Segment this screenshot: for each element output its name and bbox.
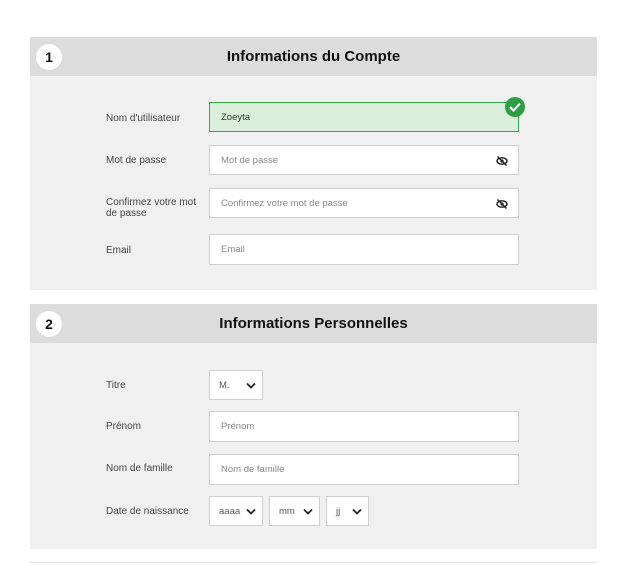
- birth-month-value: mm: [279, 505, 295, 517]
- birth-month-select[interactable]: mm: [269, 496, 320, 526]
- chevron-down-icon: [246, 508, 256, 515]
- confirm-password-placeholder: Confirmez votre mot de passe: [221, 197, 348, 209]
- birthdate-label: Date de naissance: [106, 506, 189, 517]
- section-title: Informations du Compte: [226, 48, 401, 65]
- password-placeholder: Mot de passe: [221, 154, 279, 166]
- section-title: Informations Personnelles: [219, 315, 408, 332]
- confirm-password-field[interactable]: Confirmez votre mot de passe: [209, 188, 519, 218]
- title-value: M.: [219, 379, 230, 391]
- title-label: Titre: [106, 380, 126, 391]
- eye-slash-icon[interactable]: [496, 198, 508, 210]
- username-label: Nom d'utilisateur: [106, 113, 181, 124]
- check-icon: [505, 97, 525, 117]
- birth-year-select[interactable]: aaaa: [209, 496, 263, 526]
- firstname-field[interactable]: Prénom: [209, 411, 519, 442]
- birth-day-value: jj: [336, 505, 341, 517]
- account-info-section: 1 Informations du Compte Nom d'utilisate…: [30, 37, 597, 290]
- lastname-field[interactable]: Nom de famille: [209, 454, 519, 485]
- section-header: 1 Informations du Compte: [30, 37, 597, 76]
- birth-day-select[interactable]: jj: [326, 496, 369, 526]
- title-select[interactable]: M.: [209, 370, 263, 400]
- section-header: 2 Informations Personnelles: [30, 304, 597, 343]
- lastname-label: Nom de famille: [106, 463, 173, 474]
- chevron-down-icon: [246, 382, 256, 389]
- email-field[interactable]: Email: [209, 234, 519, 265]
- chevron-down-icon: [352, 508, 362, 515]
- confirm-password-label: Confirmez votre mot de passe: [106, 197, 197, 219]
- lastname-placeholder: Nom de famille: [221, 464, 285, 475]
- password-label: Mot de passe: [106, 155, 167, 166]
- email-placeholder: Email: [221, 244, 245, 255]
- username-field[interactable]: Zoeyta: [209, 102, 519, 132]
- firstname-label: Prénom: [106, 421, 142, 432]
- chevron-down-icon: [303, 508, 313, 515]
- divider: [30, 562, 597, 563]
- eye-slash-icon[interactable]: [496, 155, 508, 167]
- email-label: Email: [106, 245, 132, 256]
- password-field[interactable]: Mot de passe: [209, 145, 519, 175]
- birth-year-value: aaaa: [219, 505, 241, 517]
- personal-info-section: 2 Informations Personnelles Titre M. Pré…: [30, 304, 597, 549]
- firstname-placeholder: Prénom: [221, 421, 255, 432]
